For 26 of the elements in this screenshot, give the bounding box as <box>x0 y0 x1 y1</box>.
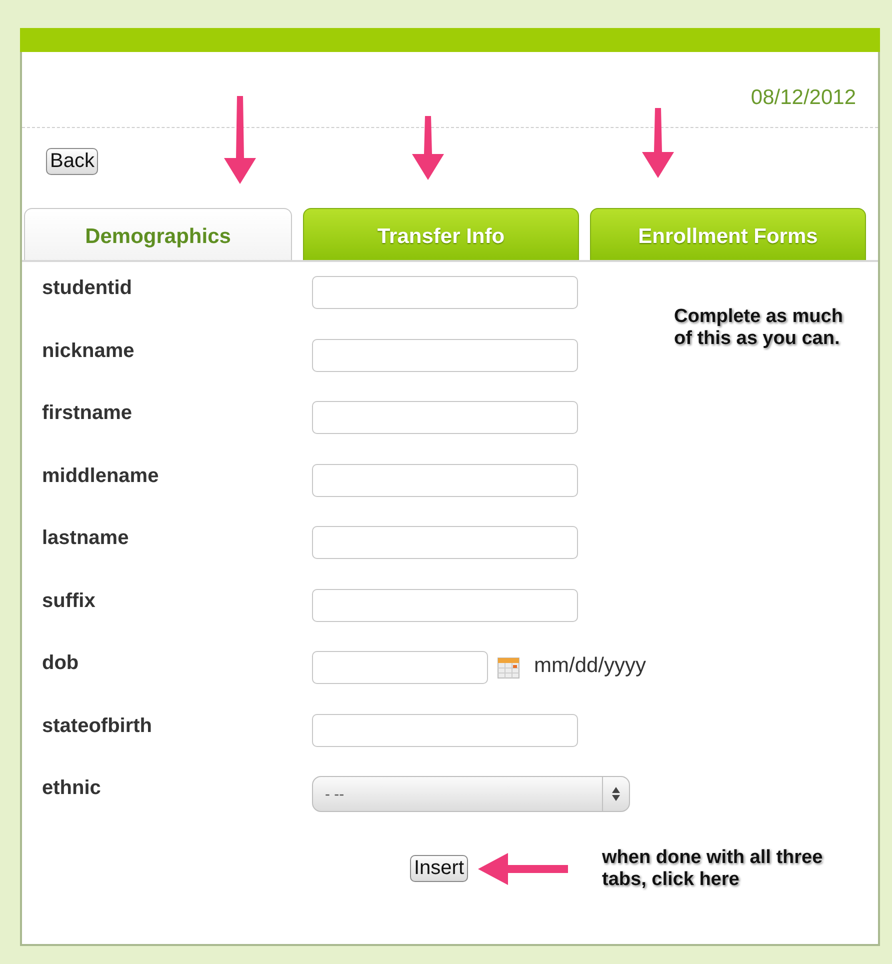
annotation-text: when done with all three tabs, click here <box>602 846 823 890</box>
date-text: 08/12/2012 <box>750 86 856 111</box>
field-label: ethnic <box>42 776 102 800</box>
date-format-hint: mm/dd/yyyy <box>534 654 646 678</box>
text-field[interactable] <box>312 338 578 372</box>
field-label: dob <box>42 651 80 675</box>
field-label: studentid <box>42 276 133 300</box>
insert-button[interactable]: Insert <box>410 855 468 882</box>
date-field[interactable] <box>312 651 488 684</box>
text-field[interactable] <box>312 401 578 434</box>
tab[interactable]: Demographics <box>24 208 292 260</box>
text-field[interactable] <box>312 464 578 496</box>
calendar-icon[interactable] <box>496 655 522 681</box>
text-field[interactable] <box>312 588 578 622</box>
field-label: suffix <box>42 588 96 612</box>
field-label: firstname <box>42 401 134 425</box>
field-label: lastname <box>42 526 130 550</box>
field-label: nickname <box>42 338 136 362</box>
field-label: stateofbirth <box>42 714 153 738</box>
text-field[interactable] <box>312 526 578 559</box>
text-field[interactable] <box>312 714 578 746</box>
field-label: middlename <box>42 464 160 488</box>
text-field[interactable] <box>312 276 578 309</box>
back-button[interactable]: Back <box>46 148 98 175</box>
annotation-text: Complete as much of this as you can. <box>674 306 843 349</box>
dropdown[interactable]: - -- <box>312 776 630 812</box>
